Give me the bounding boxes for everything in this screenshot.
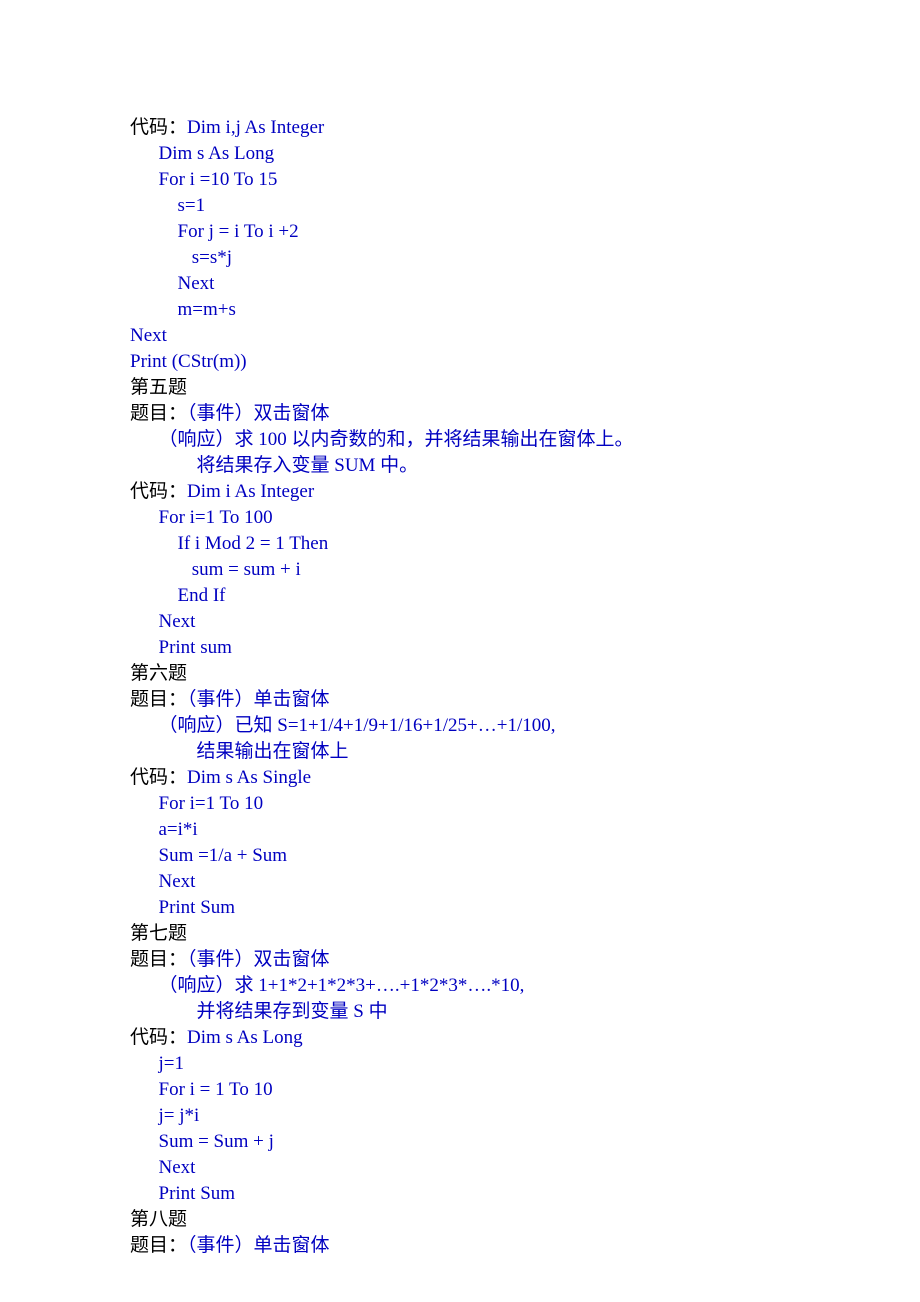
text-span: 题目： [130, 949, 187, 970]
text-span: 第六题 [130, 663, 187, 684]
text-line: For i=1 To 100 [130, 505, 920, 531]
text-span: （事件）双击窗体 [187, 403, 330, 424]
text-span: Next [130, 1157, 195, 1178]
text-line: Next [130, 609, 920, 635]
text-line: a=i*i [130, 817, 920, 843]
text-span: Next [130, 273, 214, 294]
text-line: If i Mod 2 = 1 Then [130, 531, 920, 557]
text-span: For i = 1 To 10 [130, 1079, 273, 1100]
text-span: m=m+s [130, 299, 236, 320]
text-span: Sum = Sum + j [130, 1131, 274, 1152]
text-line: Print Sum [130, 1181, 920, 1207]
text-line: 代码：Dim s As Single [130, 765, 920, 791]
text-line: For i =10 To 15 [130, 167, 920, 193]
text-line: 第五题 [130, 375, 920, 401]
text-span: Next [130, 611, 195, 632]
text-line: For i=1 To 10 [130, 791, 920, 817]
text-span: Dim i,j As Integer [187, 117, 324, 138]
text-span: 第五题 [130, 377, 187, 398]
text-span: 将结果存入变量 SUM 中。 [130, 455, 418, 476]
text-line: 题目：（事件）单击窗体 [130, 687, 920, 713]
text-line: Dim s As Long [130, 141, 920, 167]
text-span: 代码： [130, 117, 187, 138]
text-line: j=1 [130, 1051, 920, 1077]
text-span: 题目： [130, 689, 187, 710]
text-line: Next [130, 323, 920, 349]
text-span: Next [130, 325, 167, 346]
text-line: （响应）求 100 以内奇数的和，并将结果输出在窗体上。 [130, 427, 920, 453]
text-span: sum = sum + i [130, 559, 301, 580]
text-line: 第七题 [130, 921, 920, 947]
text-span: （事件）单击窗体 [187, 1235, 330, 1256]
text-span: For i=1 To 10 [130, 793, 263, 814]
text-line: sum = sum + i [130, 557, 920, 583]
text-span: Print Sum [130, 897, 235, 918]
text-span: For j = i To i +2 [130, 221, 299, 242]
text-line: 第六题 [130, 661, 920, 687]
text-line: 题目：（事件）双击窗体 [130, 947, 920, 973]
text-line: Sum = Sum + j [130, 1129, 920, 1155]
text-span: Dim s As Long [187, 1027, 303, 1048]
text-line: Sum =1/a + Sum [130, 843, 920, 869]
text-line: Print Sum [130, 895, 920, 921]
text-span: 题目： [130, 403, 187, 424]
text-span: 代码： [130, 1027, 187, 1048]
text-line: Print sum [130, 635, 920, 661]
text-span: 结果输出在窗体上 [130, 741, 349, 762]
text-line: m=m+s [130, 297, 920, 323]
text-line: Next [130, 1155, 920, 1181]
text-line: 题目：（事件）单击窗体 [130, 1233, 920, 1259]
text-line: 并将结果存到变量 S 中 [130, 999, 920, 1025]
text-line: For j = i To i +2 [130, 219, 920, 245]
text-span: 题目： [130, 1235, 187, 1256]
text-line: 将结果存入变量 SUM 中。 [130, 453, 920, 479]
text-line: Print (CStr(m)) [130, 349, 920, 375]
text-span: End If [130, 585, 226, 606]
text-span: （事件）双击窗体 [187, 949, 330, 970]
text-span: （事件）单击窗体 [187, 689, 330, 710]
text-line: s=1 [130, 193, 920, 219]
text-span: For i=1 To 100 [130, 507, 273, 528]
text-span: （响应）求 100 以内奇数的和，并将结果输出在窗体上。 [130, 429, 634, 450]
text-line: Next [130, 869, 920, 895]
text-span: s=s*j [130, 247, 232, 268]
text-span: Print (CStr(m)) [130, 351, 247, 372]
text-line: （响应）求 1+1*2+1*2*3+….+1*2*3*….*10, [130, 973, 920, 999]
text-line: End If [130, 583, 920, 609]
text-span: j= j*i [130, 1105, 199, 1126]
text-span: j=1 [130, 1053, 184, 1074]
text-line: 第八题 [130, 1207, 920, 1233]
text-line: 结果输出在窗体上 [130, 739, 920, 765]
text-line: 代码：Dim s As Long [130, 1025, 920, 1051]
text-line: 代码：Dim i,j As Integer [130, 115, 920, 141]
text-span: （响应）求 1+1*2+1*2*3+….+1*2*3*….*10, [130, 975, 524, 996]
text-span: 代码： [130, 481, 187, 502]
text-span: （响应）已知 S=1+1/4+1/9+1/16+1/25+…+1/100, [130, 715, 555, 736]
text-span: Print Sum [130, 1183, 235, 1204]
text-line: （响应）已知 S=1+1/4+1/9+1/16+1/25+…+1/100, [130, 713, 920, 739]
text-span: If i Mod 2 = 1 Then [130, 533, 328, 554]
text-line: j= j*i [130, 1103, 920, 1129]
text-line: 代码：Dim i As Integer [130, 479, 920, 505]
text-span: Print sum [130, 637, 232, 658]
text-span: 第七题 [130, 923, 187, 944]
text-span: Dim i As Integer [187, 481, 314, 502]
text-span: For i =10 To 15 [130, 169, 277, 190]
text-span: Dim s As Long [130, 143, 274, 164]
text-line: For i = 1 To 10 [130, 1077, 920, 1103]
text-span: 并将结果存到变量 S 中 [130, 1001, 388, 1022]
text-span: Dim s As Single [187, 767, 311, 788]
text-span: a=i*i [130, 819, 198, 840]
text-line: Next [130, 271, 920, 297]
text-span: Sum =1/a + Sum [130, 845, 287, 866]
text-line: 题目：（事件）双击窗体 [130, 401, 920, 427]
text-line: s=s*j [130, 245, 920, 271]
text-span: 代码： [130, 767, 187, 788]
text-span: s=1 [130, 195, 205, 216]
text-span: 第八题 [130, 1209, 187, 1230]
document-page: 代码：Dim i,j As Integer Dim s As Long For … [0, 0, 920, 1259]
text-span: Next [130, 871, 195, 892]
